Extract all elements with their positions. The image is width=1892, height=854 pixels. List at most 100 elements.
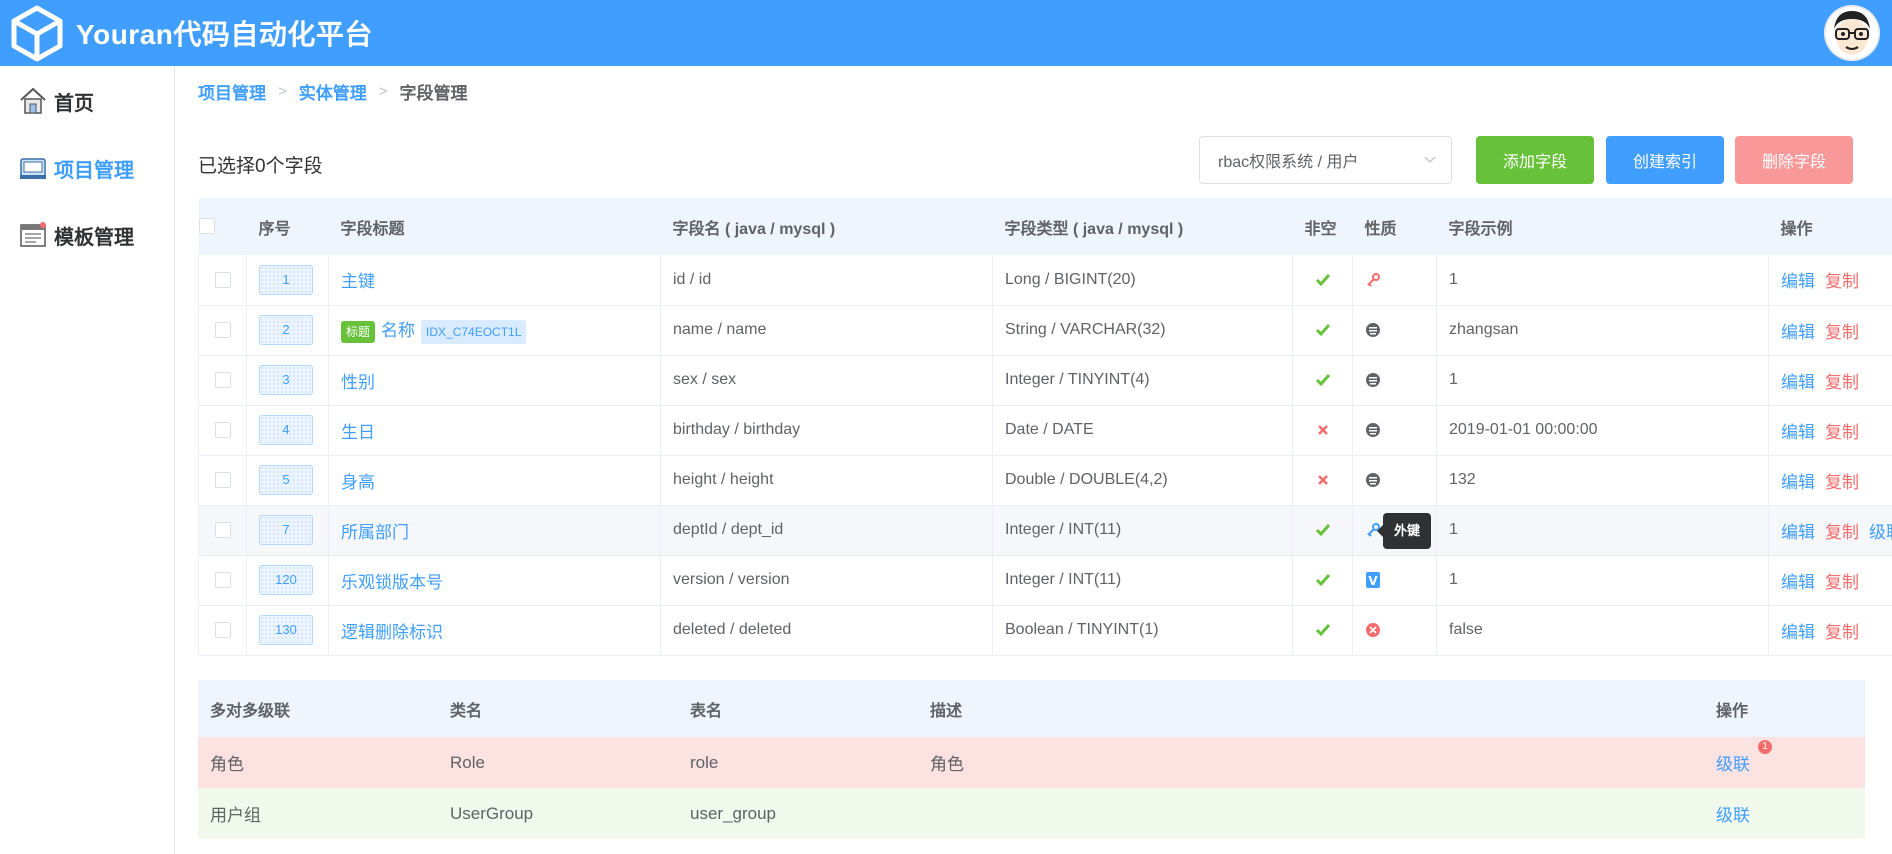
row-checkbox[interactable] — [214, 621, 231, 638]
select-all-checkbox[interactable] — [198, 218, 215, 235]
not-null-cell — [1292, 255, 1353, 306]
edit-link[interactable]: 编辑 — [1781, 323, 1815, 342]
not-null-cell — [1292, 405, 1353, 456]
sidebar-item-project[interactable]: 项目管理 — [0, 140, 174, 196]
example-cell: 1 — [1436, 555, 1769, 606]
copy-link[interactable]: 复制 — [1825, 373, 1859, 392]
example-cell: 2019-01-01 00:00:00 — [1436, 405, 1769, 456]
delete-field-button[interactable]: 删除字段 — [1735, 136, 1853, 184]
edit-link[interactable]: 编辑 — [1781, 573, 1815, 592]
row-checkbox[interactable] — [214, 571, 231, 588]
seq-badge[interactable]: 4 — [259, 415, 313, 445]
sidebar-item-template[interactable]: 模板管理 — [0, 207, 174, 263]
normal-icon — [1365, 472, 1381, 488]
seq-badge[interactable]: 7 — [259, 515, 313, 545]
field-name-cell: version / version — [660, 555, 993, 606]
cascade-link[interactable]: 级联 — [1869, 523, 1892, 542]
field-name-cell: deptId / dept_id — [660, 505, 993, 556]
user-avatar[interactable] — [1824, 5, 1880, 61]
copy-link[interactable]: 复制 — [1825, 523, 1859, 542]
copy-link[interactable]: 复制 — [1825, 323, 1859, 342]
row-checkbox[interactable] — [214, 521, 231, 538]
column-header: 性质 — [1352, 198, 1437, 255]
edit-link[interactable]: 编辑 — [1781, 423, 1815, 442]
field-name-cell: height / height — [660, 455, 993, 506]
column-header: 字段示例 — [1436, 198, 1769, 255]
field-title-link[interactable]: 性别 — [341, 373, 375, 392]
entity-select[interactable]: rbac权限系统 / 用户 — [1199, 136, 1452, 184]
checkbox-cell — [198, 405, 247, 456]
column-header: 描述 — [918, 680, 1704, 737]
field-title-link[interactable]: 所属部门 — [341, 523, 409, 542]
edit-link[interactable]: 编辑 — [1781, 523, 1815, 542]
seq-badge[interactable]: 3 — [259, 365, 313, 395]
cascade-link-wrap: 级联 1 — [1716, 740, 1772, 775]
copy-link[interactable]: 复制 — [1825, 423, 1859, 442]
edit-link[interactable]: 编辑 — [1781, 272, 1815, 291]
field-title-link[interactable]: 身高 — [341, 473, 375, 492]
sidebar-item-label: 模板管理 — [54, 226, 134, 249]
row-checkbox[interactable] — [214, 421, 231, 438]
cube-logo-icon — [11, 5, 63, 62]
field-title-link[interactable]: 逻辑删除标识 — [341, 623, 443, 642]
copy-link[interactable]: 复制 — [1825, 272, 1859, 291]
row-checkbox[interactable] — [214, 371, 231, 388]
title-tag: 标题 — [341, 320, 376, 343]
cascade-link[interactable]: 级联 — [1716, 755, 1750, 774]
edit-link[interactable]: 编辑 — [1781, 373, 1815, 392]
copy-link[interactable]: 复制 — [1825, 623, 1859, 642]
field-title-link[interactable]: 主键 — [341, 272, 375, 291]
sidebar: 首页 项目管理 模板管理 — [0, 66, 175, 854]
field-title-link[interactable]: 生日 — [341, 423, 375, 442]
seq-badge[interactable]: 2 — [259, 315, 313, 345]
checkbox-cell — [198, 555, 247, 606]
not-null-cell — [1292, 505, 1353, 556]
field-title-link[interactable]: 名称 — [381, 321, 415, 340]
seq-cell: 2 — [246, 305, 329, 356]
example-cell: 132 — [1436, 455, 1769, 506]
logic-delete-icon — [1365, 622, 1381, 638]
nature-cell — [1352, 455, 1437, 506]
seq-badge[interactable]: 5 — [259, 465, 313, 495]
row-checkbox[interactable] — [214, 321, 231, 338]
sidebar-item-home[interactable]: 首页 — [0, 73, 174, 129]
copy-link[interactable]: 复制 — [1825, 573, 1859, 592]
row-checkbox[interactable] — [214, 471, 231, 488]
version-icon: V — [1365, 571, 1381, 589]
not-null-cell — [1292, 305, 1353, 356]
table-row: 3 性别 sex / sex Integer / TINYINT(4) 1 编辑… — [198, 355, 1892, 406]
title-cell: 乐观锁版本号 — [328, 555, 661, 606]
edit-link[interactable]: 编辑 — [1781, 623, 1815, 642]
seq-badge[interactable]: 1 — [259, 264, 313, 295]
checkbox-cell — [198, 255, 247, 306]
field-name-cell: sex / sex — [660, 355, 993, 406]
column-header: 字段标题 — [328, 198, 661, 255]
copy-link[interactable]: 复制 — [1825, 473, 1859, 492]
nature-cell — [1352, 255, 1437, 306]
row-checkbox[interactable] — [214, 271, 231, 288]
field-type-cell: Integer / INT(11) — [992, 505, 1293, 556]
check-icon — [1315, 273, 1331, 287]
cascade-class-cell: UserGroup — [438, 788, 678, 839]
add-field-button[interactable]: 添加字段 — [1476, 136, 1594, 184]
edit-link[interactable]: 编辑 — [1781, 473, 1815, 492]
cascade-table-header: 多对多级联 类名 表名 描述 操作 — [198, 680, 1865, 737]
create-index-button[interactable]: 创建索引 — [1606, 136, 1724, 184]
breadcrumb: 项目管理 > 实体管理 > 字段管理 — [198, 79, 468, 104]
table-row: 120 乐观锁版本号 version / version Integer / I… — [198, 555, 1892, 606]
field-title-link[interactable]: 乐观锁版本号 — [341, 573, 443, 592]
seq-cell: 130 — [246, 605, 329, 656]
cascade-link[interactable]: 级联 — [1716, 806, 1750, 825]
nature-cell — [1352, 605, 1437, 656]
field-type-cell: Integer / INT(11) — [992, 555, 1293, 606]
cascade-desc-cell: 角色 — [918, 737, 1704, 788]
home-icon — [20, 87, 46, 114]
breadcrumb-project[interactable]: 项目管理 — [198, 79, 266, 104]
index-tag[interactable]: IDX_C74EOCT1L — [421, 319, 527, 344]
breadcrumb-entity[interactable]: 实体管理 — [299, 79, 367, 104]
app-title: Youran代码自动化平台 — [76, 19, 373, 50]
seq-badge[interactable]: 120 — [259, 565, 313, 595]
table-row: 用户组 UserGroup user_group 级联 — [198, 788, 1865, 839]
seq-badge[interactable]: 130 — [259, 615, 313, 645]
title-cell: 标题 名称 IDX_C74EOCT1L — [328, 305, 661, 356]
